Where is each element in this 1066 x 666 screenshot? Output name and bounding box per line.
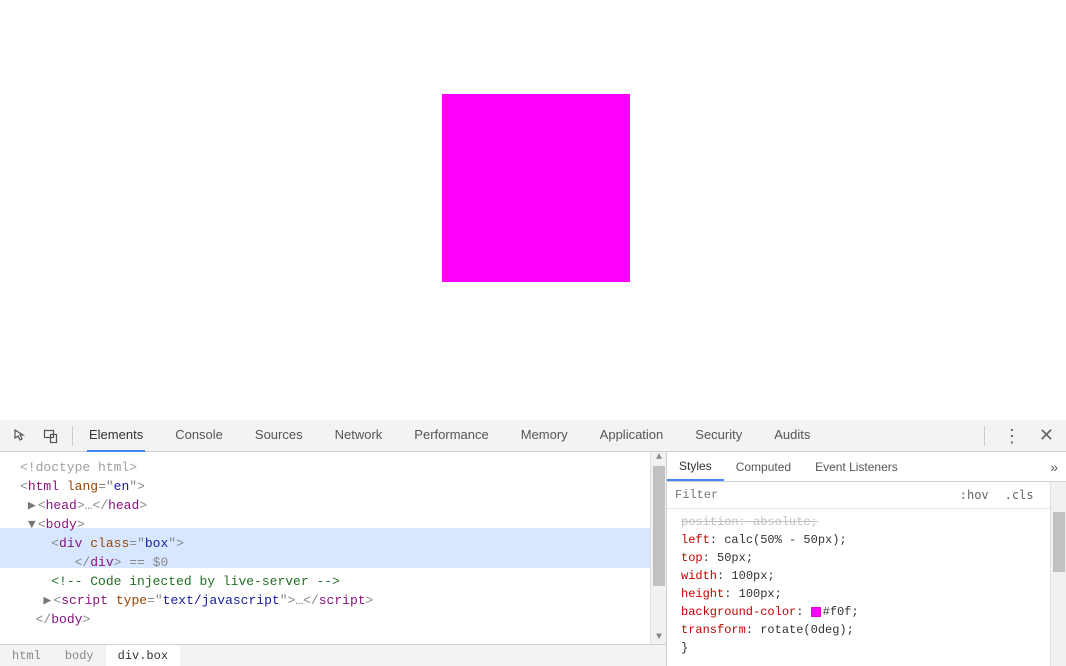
side-tab-computed[interactable]: Computed [724, 452, 803, 481]
cls-toggle[interactable]: .cls [997, 488, 1042, 502]
more-icon[interactable]: ⋮ [1003, 427, 1021, 445]
selection-marker: == $0 [121, 555, 168, 570]
more-tabs-icon[interactable]: » [1050, 459, 1058, 475]
styles-panel: Styles Computed Event Listeners » :hov .… [666, 452, 1066, 666]
tab-console[interactable]: Console [173, 419, 225, 452]
devtools-tabbar: Elements Console Sources Network Perform… [0, 420, 1066, 452]
styles-rules[interactable]: position: absolute; left: calc(50% - 50p… [667, 509, 1066, 666]
scroll-down-icon[interactable]: ▼ [653, 632, 665, 644]
doctype: <!doctype html> [20, 460, 137, 475]
styles-toolbar: :hov .cls + [667, 482, 1066, 509]
color-swatch-icon[interactable] [811, 607, 821, 617]
side-tab-styles[interactable]: Styles [667, 452, 724, 481]
styles-filter-input[interactable] [667, 482, 952, 508]
side-tab-eventlisteners[interactable]: Event Listeners [803, 452, 910, 481]
breadcrumb-body[interactable]: body [53, 645, 106, 666]
elements-panel: ⋯ <!doctype html> <html lang="en"> ▶<hea… [0, 452, 666, 666]
tab-sources[interactable]: Sources [253, 419, 305, 452]
devtools: Elements Console Sources Network Perform… [0, 420, 1066, 666]
magenta-box [442, 94, 630, 282]
breadcrumb-divbox[interactable]: div.box [106, 645, 180, 666]
side-tabs: Styles Computed Event Listeners » [667, 452, 1066, 482]
device-icon[interactable] [40, 425, 62, 447]
panel-tabs: Elements Console Sources Network Perform… [83, 419, 984, 452]
breadcrumb-html[interactable]: html [0, 645, 53, 666]
dom-comment: <!-- Code injected by live-server --> [51, 574, 340, 589]
page-viewport [0, 0, 1066, 420]
inspect-icon[interactable] [10, 425, 32, 447]
val: calc(50% - 50px) [724, 533, 839, 547]
tab-application[interactable]: Application [598, 419, 666, 452]
breadcrumb: html body div.box [0, 644, 666, 666]
tab-security[interactable]: Security [693, 419, 744, 452]
panels: ⋯ <!doctype html> <html lang="en"> ▶<hea… [0, 452, 1066, 666]
tab-memory[interactable]: Memory [519, 419, 570, 452]
separator [984, 426, 985, 446]
hov-toggle[interactable]: :hov [952, 488, 997, 502]
separator [72, 426, 73, 446]
styles-scrollbar[interactable] [1050, 482, 1066, 666]
tab-performance[interactable]: Performance [412, 419, 490, 452]
tab-network[interactable]: Network [333, 419, 385, 452]
tab-audits[interactable]: Audits [772, 419, 812, 452]
close-icon[interactable]: ✕ [1039, 425, 1054, 446]
dom-tree[interactable]: ⋯ <!doctype html> <html lang="en"> ▶<hea… [0, 452, 666, 644]
tab-elements[interactable]: Elements [87, 419, 145, 452]
